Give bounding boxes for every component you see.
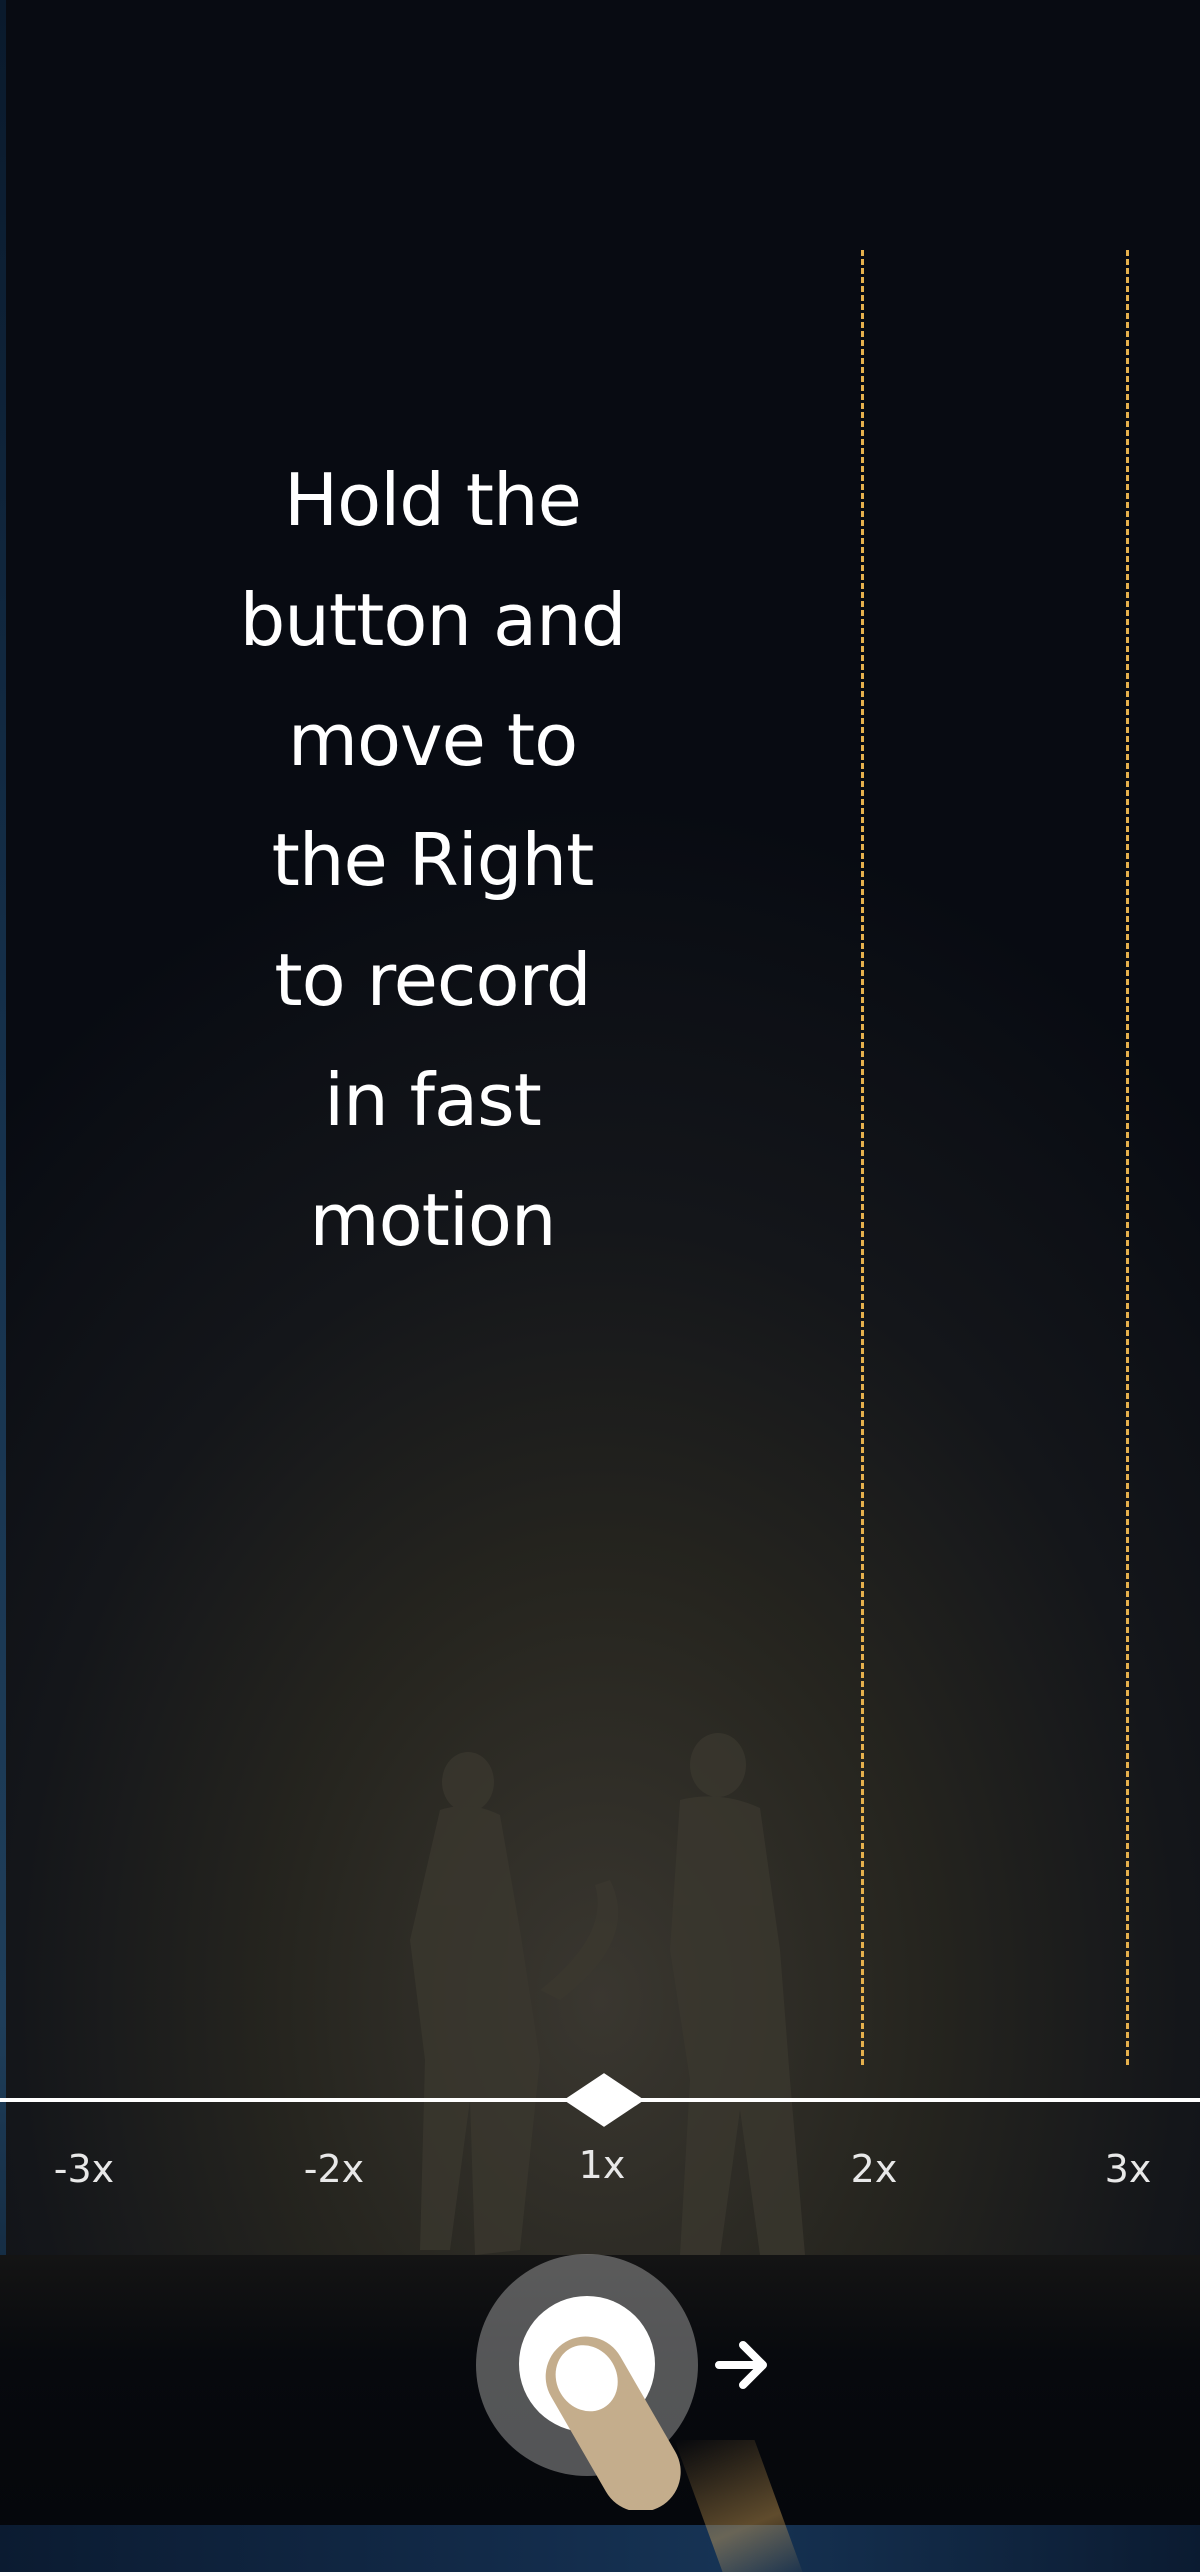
speed-label-1x[interactable]: 1x xyxy=(552,2143,652,2187)
instruction-text: Hold the button and move to the Right to… xyxy=(160,440,705,1280)
instruction-line: to record xyxy=(274,938,591,1022)
instruction-line: move to xyxy=(287,698,578,782)
speed-label-minus-2x[interactable]: -2x xyxy=(284,2147,384,2191)
speed-label-3x[interactable]: 3x xyxy=(1078,2147,1178,2191)
instruction-line: the Right xyxy=(271,818,595,902)
pointing-hand-icon xyxy=(545,2336,681,2510)
speed-guide-2x xyxy=(861,250,864,2065)
instruction-line: in fast xyxy=(324,1058,542,1142)
arrow-right-icon xyxy=(715,2341,767,2389)
speed-label-2x[interactable]: 2x xyxy=(824,2147,924,2191)
speed-label-minus-3x[interactable]: -3x xyxy=(34,2147,134,2191)
bottom-strip xyxy=(0,2525,1200,2572)
instruction-line: motion xyxy=(309,1178,556,1262)
camera-preview: Hold the button and move to the Right to… xyxy=(0,0,1200,2572)
speed-guide-3x xyxy=(1126,250,1129,2065)
instruction-line: button and xyxy=(239,578,627,662)
instruction-line: Hold the xyxy=(284,458,582,542)
